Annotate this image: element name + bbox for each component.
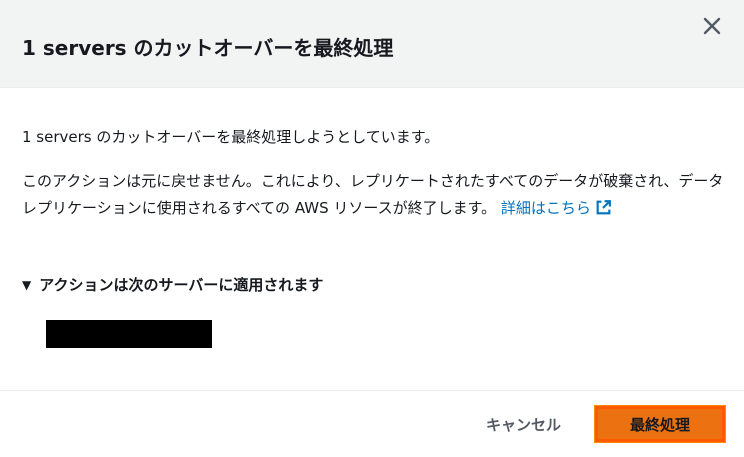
warning-message: このアクションは元に戻せません。これにより、レプリケートされたすべてのデータが破… [22,172,724,217]
expander-label: アクションは次のサーバーに適用されます [39,276,324,294]
close-button[interactable] [698,12,726,40]
dialog-footer: キャンセル 最終処理 [0,390,744,457]
redacted-server-name [46,320,212,348]
finalize-button[interactable]: 最終処理 [594,405,726,443]
cancel-button[interactable]: キャンセル [478,407,569,441]
external-link-icon [596,200,611,215]
learn-more-link[interactable]: 詳細はこちら [501,199,612,217]
learn-more-label: 詳細はこちら [500,199,591,217]
close-icon [703,17,721,35]
finalize-cutover-dialog: 1 servers のカットオーバーを最終処理 1 servers のカットオー… [0,0,744,457]
intro-text: 1 servers のカットオーバーを最終処理しようとしています。 [22,128,440,146]
affected-servers-expander[interactable]: ▼ アクションは次のサーバーに適用されます [22,274,323,295]
caret-down-icon: ▼ [22,278,32,292]
warning-text: このアクションは元に戻せません。これにより、レプリケートされたすべてのデータが破… [22,168,724,222]
dialog-title: 1 servers のカットオーバーを最終処理 [22,36,394,60]
dialog-header: 1 servers のカットオーバーを最終処理 [0,0,744,88]
